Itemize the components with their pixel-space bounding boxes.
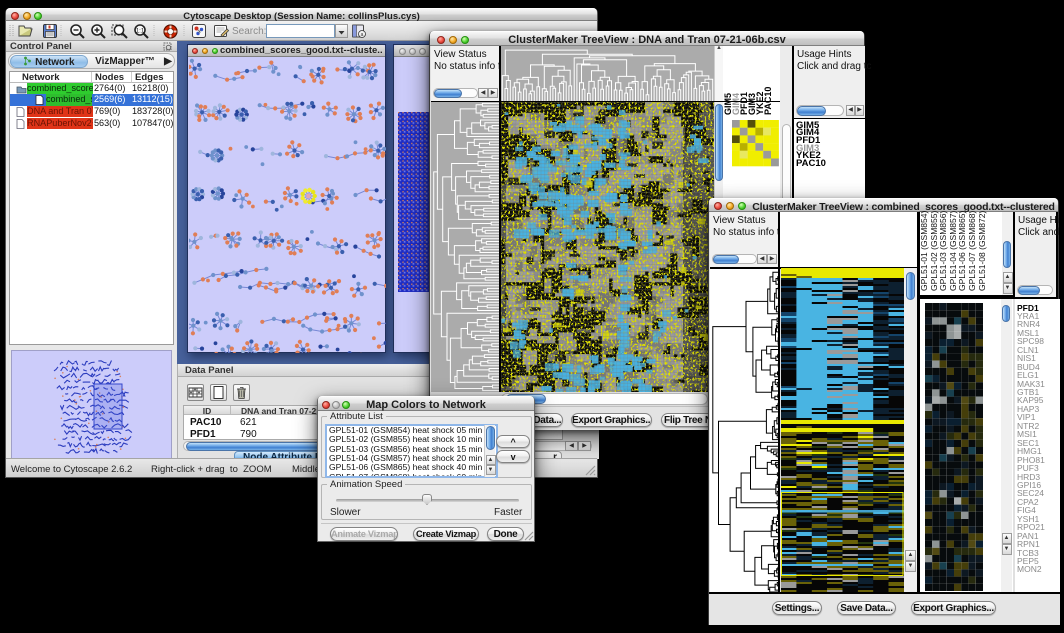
svg-text:a: a [361,32,364,38]
svg-text:1:1: 1:1 [136,28,145,34]
